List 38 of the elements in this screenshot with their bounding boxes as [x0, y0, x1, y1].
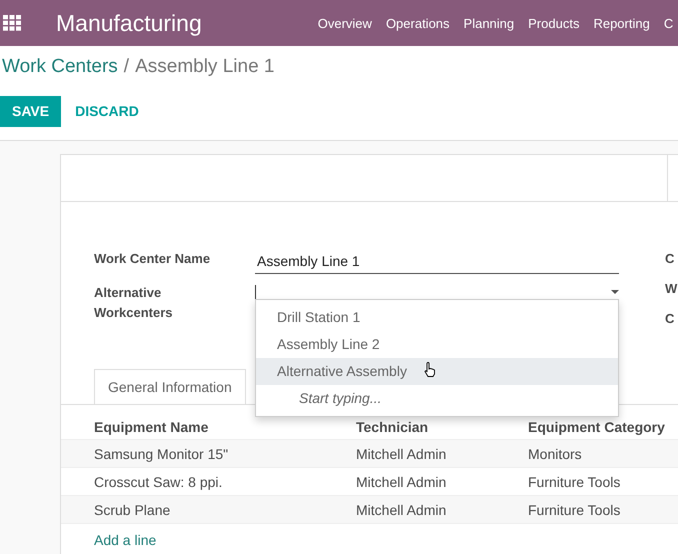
- column-header: Equipment Category: [528, 419, 666, 435]
- field-label: C: [665, 310, 676, 328]
- column-header: Equipment Name: [94, 419, 210, 435]
- dropdown-option[interactable]: Alternative Assembly: [256, 358, 618, 385]
- field-label: W: [665, 280, 678, 298]
- field-label: Alternative Workcenters: [94, 284, 174, 322]
- table-cell-text: Mitchell Admin: [356, 474, 448, 490]
- hand-cursor-icon: [424, 362, 436, 377]
- table-cell-text: Crosscut Saw: 8 ppi.: [94, 474, 224, 490]
- apps-grid-icon[interactable]: [3, 15, 21, 31]
- discard-button[interactable]: DISCARD: [63, 96, 151, 126]
- add-line-link[interactable]: Add a line: [94, 532, 156, 548]
- menu-item[interactable]: Operations: [386, 16, 450, 30]
- menu-item[interactable]: Planning: [464, 16, 514, 30]
- table-cell-text: Furniture Tools: [528, 474, 622, 490]
- menu-item[interactable]: Reporting: [593, 16, 650, 30]
- table-cell-text: Mitchell Admin: [356, 502, 448, 518]
- search-more-option[interactable]: Start typing...: [256, 385, 618, 412]
- caret-icon: [611, 290, 619, 294]
- dropdown-option[interactable]: Drill Station 1: [256, 304, 618, 331]
- table-cell-text: Mitchell Admin: [356, 446, 448, 462]
- dropdown-option[interactable]: Assembly Line 2: [256, 331, 618, 358]
- app-title: Manufacturing: [56, 10, 202, 36]
- table-cell-text: Samsung Monitor 15": [94, 446, 230, 462]
- table-cell-text: Scrub Plane: [94, 502, 172, 518]
- breadcrumb-current: Assembly Line 1: [135, 56, 274, 77]
- field-label: C: [665, 250, 676, 268]
- menu-item[interactable]: Overview: [318, 16, 372, 30]
- breadcrumb-link[interactable]: Work Centers: [2, 56, 118, 77]
- table-cell-text: Monitors: [528, 446, 583, 462]
- menu-item[interactable]: C: [664, 16, 674, 30]
- table-cell-text: Furniture Tools: [528, 502, 622, 518]
- menu-item[interactable]: Products: [528, 16, 580, 30]
- save-button[interactable]: SAVE: [0, 96, 62, 126]
- tab[interactable]: General Information: [94, 369, 246, 404]
- field-label: Work Center Name: [94, 250, 212, 268]
- column-header: Technician: [356, 419, 430, 435]
- breadcrumb-separator: /: [124, 56, 130, 77]
